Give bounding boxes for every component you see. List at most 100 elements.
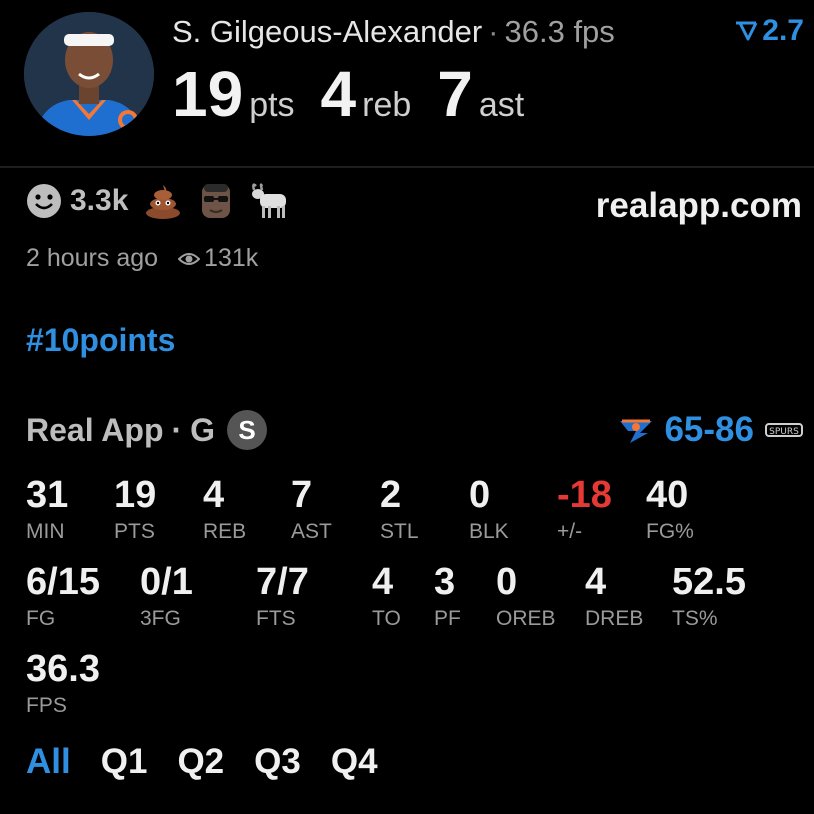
stat-value: 2 [380, 474, 402, 516]
player-avatar[interactable] [24, 12, 154, 136]
trend-down-icon [736, 21, 758, 41]
stat-fps: 36.3 FPS [26, 650, 100, 718]
stat-label: BLK [469, 520, 509, 543]
stat-pts: 19 PTS [114, 476, 156, 544]
stat-dreb: 4 DREB [585, 563, 643, 631]
box-source-line: Real App · G S [26, 410, 268, 450]
divider [0, 166, 814, 168]
player-fps: 36.3 fps [504, 14, 615, 49]
trend-indicator[interactable]: 2.7 [734, 14, 804, 48]
post-time: 2 hours ago [26, 244, 159, 272]
eye-icon [178, 252, 201, 265]
reaction-poop[interactable] [144, 183, 182, 219]
hashtag-link[interactable]: #10points [26, 322, 175, 359]
stat-label: PF [434, 607, 461, 630]
header-ast-value: 7 [437, 58, 473, 130]
reaction-count: 3.3k [70, 184, 129, 217]
stat-value: 52.5 [672, 561, 746, 603]
header-stats: 19 pts 4 reb 7 ast [172, 62, 550, 126]
stat-plus-minus: -18 +/- [557, 476, 612, 544]
svg-text:SPURS: SPURS [769, 427, 799, 437]
stat-value: 7 [291, 474, 313, 516]
header-reb-value: 4 [320, 58, 357, 130]
stat-label: FG% [646, 520, 694, 543]
reactions-bar: 3.3k [26, 182, 292, 220]
separator: · [171, 411, 183, 448]
site-link[interactable]: realapp.com [596, 186, 802, 226]
stat-value: 0 [496, 561, 518, 603]
stat-value: 7/7 [256, 561, 309, 603]
reaction-smile[interactable]: 3.3k [26, 183, 128, 219]
stat-label: 3FG [140, 607, 181, 630]
reaction-goat[interactable] [250, 182, 292, 220]
stat-label: OREB [496, 607, 556, 630]
stat-to: 4 TO [372, 563, 401, 631]
stat-value: 40 [646, 474, 689, 516]
stat-value: 0 [469, 474, 491, 516]
stat-value: 4 [203, 474, 225, 516]
stat-label: +/- [557, 520, 583, 543]
stat-label: AST [291, 520, 332, 543]
stat-label: DREB [585, 607, 644, 630]
player-position: G [190, 411, 216, 448]
stat-label: MIN [26, 520, 65, 543]
header-reb-label: reb [362, 86, 412, 124]
stat-fg: 6/15 FG [26, 563, 100, 631]
player-photo [24, 12, 154, 136]
tab-all[interactable]: All [26, 742, 71, 782]
stat-label: TO [372, 607, 401, 630]
tab-q3[interactable]: Q3 [254, 742, 301, 782]
header-pts-value: 19 [172, 58, 244, 130]
thunder-logo-icon [620, 419, 653, 443]
view-count: 131k [204, 244, 259, 272]
stat-value: 36.3 [26, 648, 100, 690]
stat-min: 31 MIN [26, 476, 68, 544]
poop-emoji-icon [146, 185, 181, 219]
stat-label: FTS [256, 607, 296, 630]
stat-pf: 3 PF [434, 563, 461, 631]
trend-value: 2.7 [762, 14, 804, 47]
smile-icon [27, 184, 61, 218]
stat-value: 0/1 [140, 561, 193, 603]
stat-value: 4 [585, 561, 607, 603]
game-score-line[interactable]: 65-86 SPURS [618, 410, 804, 450]
stat-fts: 7/7 FTS [256, 563, 309, 631]
stat-value: 6/15 [26, 561, 100, 603]
stat-oreb: 0 OREB [496, 563, 556, 631]
stat-value: -18 [557, 474, 612, 516]
quarter-tabs: All Q1 Q2 Q3 Q4 [26, 742, 378, 782]
stat-value: 3 [434, 561, 456, 603]
goat-emoji-icon [252, 183, 287, 218]
separator: · [488, 14, 499, 49]
stat-reb: 4 REB [203, 476, 246, 544]
player-name-line: S. Gilgeous-Alexander · 36.3 fps [172, 14, 615, 50]
tab-q4[interactable]: Q4 [331, 742, 378, 782]
header-ast-label: ast [478, 86, 525, 124]
starter-badge: S [227, 410, 268, 450]
stat-ts-pct: 52.5 TS% [672, 563, 746, 631]
box-source: Real App [26, 411, 164, 448]
stat-label: TS% [672, 607, 718, 630]
stat-3fg: 0/1 3FG [140, 563, 193, 631]
stat-fg-pct: 40 FG% [646, 476, 694, 544]
reaction-face[interactable] [198, 182, 234, 220]
stat-label: REB [203, 520, 247, 543]
stat-blk: 0 BLK [469, 476, 509, 544]
post-meta: 2 hours ago 131k [26, 244, 258, 273]
stat-value: 31 [26, 474, 69, 516]
stat-label: STL [380, 520, 419, 543]
header-pts-label: pts [249, 86, 295, 124]
sunglasses-face-icon [202, 184, 231, 218]
game-score: 65-86 [664, 410, 754, 449]
stat-label: PTS [114, 520, 155, 543]
stat-value: 19 [114, 474, 157, 516]
stat-ast: 7 AST [291, 476, 332, 544]
spurs-logo-icon: SPURS [765, 423, 803, 437]
tab-q2[interactable]: Q2 [177, 742, 224, 782]
stat-label: FG [26, 607, 56, 630]
stat-value: 4 [372, 561, 394, 603]
tab-q1[interactable]: Q1 [101, 742, 148, 782]
player-name[interactable]: S. Gilgeous-Alexander [172, 14, 482, 49]
stat-label: FPS [26, 694, 67, 717]
stat-stl: 2 STL [380, 476, 419, 544]
